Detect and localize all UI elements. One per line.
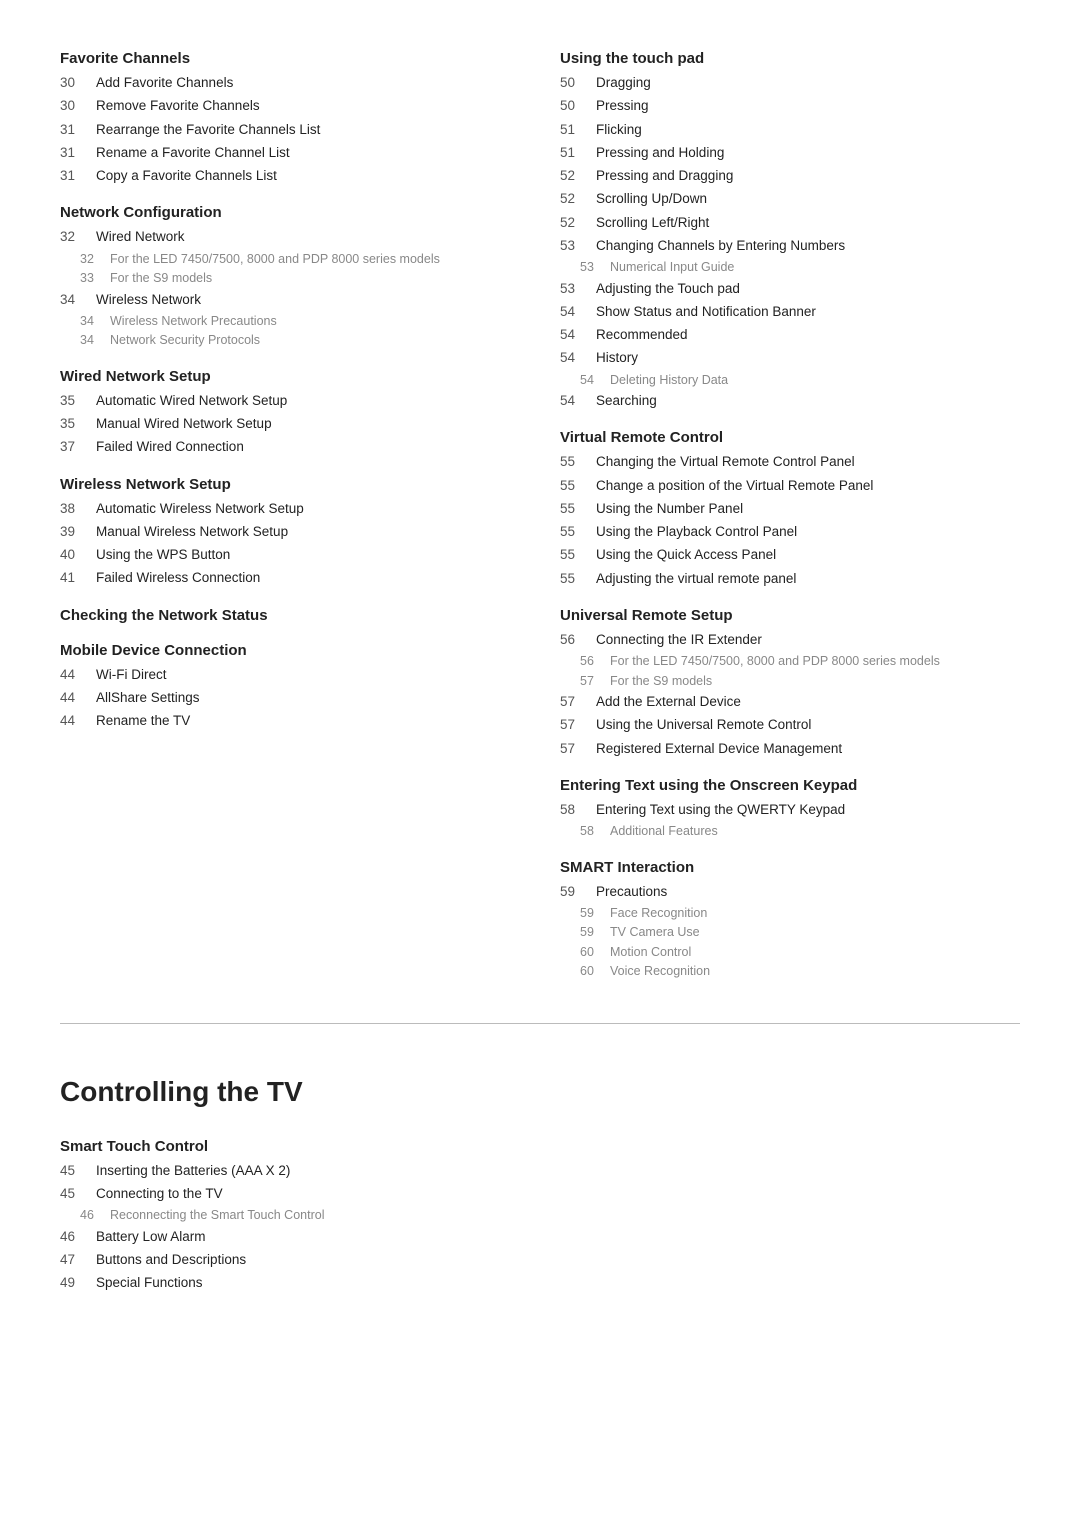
section-virtual-remote-control: Virtual Remote Control 55Changing the Vi… [560,429,1020,589]
list-item: 55Changing the Virtual Remote Control Pa… [560,452,1020,472]
list-item: 30Remove Favorite Channels [60,96,520,116]
list-item: 57Using the Universal Remote Control [560,715,1020,735]
section-heading-entering-text: Entering Text using the Onscreen Keypad [560,777,1020,794]
left-col-smart-touch: Smart Touch Control 45Inserting the Batt… [60,1128,520,1312]
section-heading-mobile-device-connection: Mobile Device Connection [60,642,520,659]
section-heading-wired-network-setup: Wired Network Setup [60,368,520,385]
list-item: 38Automatic Wireless Network Setup [60,499,520,519]
section-universal-remote-setup: Universal Remote Setup 56Connecting the … [560,607,1020,759]
list-item: 54Deleting History Data [560,372,1020,390]
list-item: 55Using the Quick Access Panel [560,545,1020,565]
list-item: 49Special Functions [60,1273,520,1293]
big-heading-controlling-tv: Controlling the TV [60,1076,1020,1108]
list-item: 44Wi-Fi Direct [60,665,520,685]
list-item: 57For the S9 models [560,673,1020,691]
section-wired-network-setup: Wired Network Setup 35Automatic Wired Ne… [60,368,520,458]
section-checking-network-status: Checking the Network Status [60,607,520,624]
list-item: 56Connecting the IR Extender [560,630,1020,650]
section-heading-universal-remote-setup: Universal Remote Setup [560,607,1020,624]
list-item: 50Pressing [560,96,1020,116]
list-item: 54Searching [560,391,1020,411]
list-item: 53Numerical Input Guide [560,259,1020,277]
list-item: 51Flicking [560,120,1020,140]
list-item: 53Changing Channels by Entering Numbers [560,236,1020,256]
section-heading-checking-network-status: Checking the Network Status [60,607,520,624]
list-item: 53Adjusting the Touch pad [560,279,1020,299]
list-item: 55Using the Playback Control Panel [560,522,1020,542]
section-network-config: Network Configuration 32Wired Network 32… [60,204,520,350]
list-item: 33For the S9 models [60,270,520,288]
list-item: 52Pressing and Dragging [560,166,1020,186]
list-item: 54History [560,348,1020,368]
list-item: 60Voice Recognition [560,963,1020,981]
left-column: Favorite Channels 30Add Favorite Channel… [60,40,520,999]
section-heading-virtual-remote-control: Virtual Remote Control [560,429,1020,446]
list-item: 55Adjusting the virtual remote panel [560,569,1020,589]
list-item: 58Entering Text using the QWERTY Keypad [560,800,1020,820]
list-item: 45Inserting the Batteries (AAA X 2) [60,1161,520,1181]
list-item: 60Motion Control [560,944,1020,962]
section-heading-favorite-channels: Favorite Channels [60,50,520,67]
list-item: 32Wired Network [60,227,520,247]
list-item: 59TV Camera Use [560,924,1020,942]
list-item: 44Rename the TV [60,711,520,731]
list-item: 57Registered External Device Management [560,739,1020,759]
list-item: 44AllShare Settings [60,688,520,708]
section-mobile-device-connection: Mobile Device Connection 44Wi-Fi Direct … [60,642,520,732]
list-item: 34Network Security Protocols [60,332,520,350]
section-entering-text: Entering Text using the Onscreen Keypad … [560,777,1020,841]
list-item: 31Rename a Favorite Channel List [60,143,520,163]
list-item: 45Connecting to the TV [60,1184,520,1204]
list-item: 34Wireless Network [60,290,520,310]
list-item: 32For the LED 7450/7500, 8000 and PDP 80… [60,251,520,269]
list-item: 50Dragging [560,73,1020,93]
list-item: 57Add the External Device [560,692,1020,712]
list-item: 59Face Recognition [560,905,1020,923]
list-item: 40Using the WPS Button [60,545,520,565]
list-item: 51Pressing and Holding [560,143,1020,163]
list-item: 46Battery Low Alarm [60,1227,520,1247]
controlling-tv-section: Controlling the TV [60,1023,1020,1108]
list-item: 34Wireless Network Precautions [60,313,520,331]
list-item: 54Show Status and Notification Banner [560,302,1020,322]
section-using-touch-pad: Using the touch pad 50Dragging 50Pressin… [560,50,1020,411]
section-heading-using-touch-pad: Using the touch pad [560,50,1020,67]
list-item: 46Reconnecting the Smart Touch Control [60,1207,520,1225]
list-item: 35Automatic Wired Network Setup [60,391,520,411]
section-smart-interaction: SMART Interaction 59Precautions 59Face R… [560,859,1020,981]
list-item: 39Manual Wireless Network Setup [60,522,520,542]
section-favorite-channels: Favorite Channels 30Add Favorite Channel… [60,50,520,186]
list-item: 55Using the Number Panel [560,499,1020,519]
list-item: 47Buttons and Descriptions [60,1250,520,1270]
section-smart-touch-control: Smart Touch Control 45Inserting the Batt… [60,1138,520,1294]
list-item: 56For the LED 7450/7500, 8000 and PDP 80… [560,653,1020,671]
list-item: 54Recommended [560,325,1020,345]
right-column: Using the touch pad 50Dragging 50Pressin… [560,40,1020,999]
list-item: 37Failed Wired Connection [60,437,520,457]
section-heading-smart-interaction: SMART Interaction [560,859,1020,876]
list-item: 59Precautions [560,882,1020,902]
section-heading-wireless-network-setup: Wireless Network Setup [60,476,520,493]
section-heading-smart-touch-control: Smart Touch Control [60,1138,520,1155]
list-item: 35Manual Wired Network Setup [60,414,520,434]
list-item: 41Failed Wireless Connection [60,568,520,588]
list-item: 58Additional Features [560,823,1020,841]
list-item: 30Add Favorite Channels [60,73,520,93]
list-item: 52Scrolling Up/Down [560,189,1020,209]
section-wireless-network-setup: Wireless Network Setup 38Automatic Wirel… [60,476,520,589]
section-heading-network-config: Network Configuration [60,204,520,221]
list-item: 31Copy a Favorite Channels List [60,166,520,186]
list-item: 55Change a position of the Virtual Remot… [560,476,1020,496]
list-item: 52Scrolling Left/Right [560,213,1020,233]
list-item: 31Rearrange the Favorite Channels List [60,120,520,140]
right-col-smart-touch-empty [560,1128,1020,1312]
